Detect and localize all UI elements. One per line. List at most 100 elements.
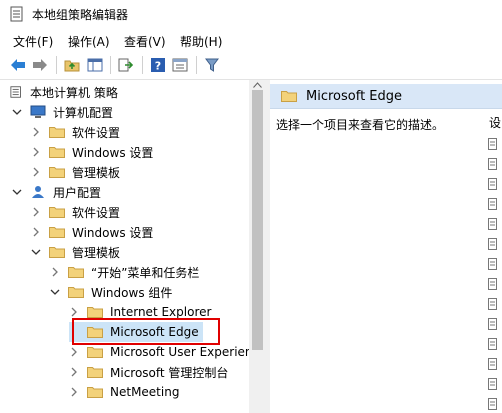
folder-icon <box>87 367 103 378</box>
chevron-down-icon[interactable] <box>31 247 41 257</box>
tree-item-start-menu[interactable]: “开始”菜单和任务栏 <box>50 262 199 282</box>
chevron-right-icon[interactable] <box>69 367 79 377</box>
setting-icon[interactable] <box>488 258 497 270</box>
help-icon[interactable]: ? <box>148 55 168 75</box>
folder-icon <box>49 207 65 218</box>
tree-item-cc-windows-settings[interactable]: Windows 设置 <box>31 142 153 162</box>
menu-help[interactable]: 帮助(H) <box>180 33 222 50</box>
toolbar-separator <box>142 56 143 74</box>
folder-icon <box>281 91 297 102</box>
setting-icon[interactable] <box>488 298 497 310</box>
setting-icon[interactable] <box>488 198 497 210</box>
chevron-right-icon[interactable] <box>69 387 79 397</box>
menu-file[interactable]: 文件(F) <box>13 33 53 50</box>
details-title: Microsoft Edge <box>306 88 403 104</box>
settings-column-header[interactable]: 设 <box>489 114 501 131</box>
chevron-right-icon[interactable] <box>31 147 41 157</box>
tree-item-uc-software-settings[interactable]: 软件设置 <box>31 202 120 222</box>
tree-item-uc-windows-settings[interactable]: Windows 设置 <box>31 222 153 242</box>
tree-label: Microsoft 管理控制台 <box>110 365 229 380</box>
tree-item-mmc[interactable]: Microsoft 管理控制台 <box>69 362 228 382</box>
scroll-thumb[interactable] <box>252 90 263 350</box>
toolbar-separator <box>56 56 57 74</box>
tree-item-windows-components[interactable]: Windows 组件 <box>50 282 172 302</box>
chevron-right-icon[interactable] <box>69 347 79 357</box>
app-icon <box>10 6 23 22</box>
tree-item-uc-admin-templates[interactable]: 管理模板 <box>31 242 120 262</box>
user-icon <box>32 186 44 198</box>
tree-label: 计算机配置 <box>53 105 114 120</box>
details-header: Microsoft Edge <box>270 84 502 109</box>
filter-icon[interactable] <box>202 55 222 75</box>
chevron-down-icon[interactable] <box>12 107 22 117</box>
setting-icon[interactable] <box>488 158 497 170</box>
chevron-right-icon[interactable] <box>50 267 60 277</box>
highlight-box <box>72 318 220 345</box>
properties-icon[interactable] <box>170 55 190 75</box>
tree-item-cc-admin-templates[interactable]: 管理模板 <box>31 162 120 182</box>
window-title: 本地组策略编辑器 <box>32 8 129 22</box>
folder-icon <box>49 127 65 138</box>
tree-label: 管理模板 <box>72 165 121 180</box>
tree-item-computer-config[interactable]: 计算机配置 <box>12 102 113 122</box>
details-pane: Microsoft Edge 选择一个项目来查看它的描述。 设 <box>270 80 502 413</box>
folder-open-icon <box>68 287 84 298</box>
setting-icon[interactable] <box>488 278 497 290</box>
tree-label: “开始”菜单和任务栏 <box>91 265 200 280</box>
tree-label: 软件设置 <box>72 205 121 220</box>
folder-icon <box>49 227 65 238</box>
tree-label: Internet Explorer <box>110 305 212 319</box>
show-hide-tree-icon[interactable] <box>85 55 105 75</box>
setting-icon[interactable] <box>488 218 497 230</box>
menu-bar: 文件(F) 操作(A) 查看(V) 帮助(H) <box>0 30 502 52</box>
chevron-right-icon[interactable] <box>69 307 79 317</box>
forward-icon[interactable] <box>30 55 50 75</box>
tree-pane: 本地计算机 策略 计算机配置 软件设置 Windows 设置 管理模板 用户配置… <box>0 80 266 413</box>
chevron-right-icon[interactable] <box>31 167 41 177</box>
tree-label: NetMeeting <box>110 385 180 399</box>
tree-item-netmeeting[interactable]: NetMeeting <box>69 382 179 402</box>
tree-item-user-config[interactable]: 用户配置 <box>12 182 101 202</box>
chevron-right-icon[interactable] <box>31 127 41 137</box>
toolbar-separator <box>110 56 111 74</box>
setting-icon[interactable] <box>488 338 497 350</box>
back-icon[interactable] <box>8 55 28 75</box>
chevron-down-icon[interactable] <box>12 187 22 197</box>
tree-item-user-experience[interactable]: Microsoft User Experien <box>69 342 253 362</box>
setting-icon[interactable] <box>488 178 497 190</box>
folder-icon <box>49 147 65 158</box>
folder-icon <box>87 347 103 358</box>
scroll-up-icon[interactable] <box>253 82 262 88</box>
export-list-icon[interactable] <box>116 55 136 75</box>
chevron-down-icon[interactable] <box>50 287 60 297</box>
description-text: 选择一个项目来查看它的描述。 <box>276 118 445 132</box>
svg-text:?: ? <box>155 60 161 73</box>
tree-label: 管理模板 <box>72 245 121 260</box>
up-folder-icon[interactable] <box>62 55 82 75</box>
menu-view[interactable]: 查看(V) <box>124 33 166 50</box>
setting-icon[interactable] <box>488 238 497 250</box>
tree-scrollbar[interactable] <box>249 80 266 413</box>
setting-icon[interactable] <box>488 378 497 390</box>
setting-icon[interactable] <box>488 138 497 150</box>
setting-icon[interactable] <box>488 358 497 370</box>
tree-label: Windows 设置 <box>72 145 154 160</box>
tree-label: Windows 组件 <box>91 285 173 300</box>
tree-label: Microsoft User Experien <box>110 345 253 359</box>
title-bar: 本地组策略编辑器 <box>0 0 502 28</box>
computer-icon <box>30 105 46 118</box>
folder-icon <box>49 167 65 178</box>
toolbar-separator <box>196 56 197 74</box>
tree-label: 用户配置 <box>53 185 102 200</box>
setting-icon[interactable] <box>488 318 497 330</box>
setting-icon[interactable] <box>488 398 497 410</box>
folder-icon <box>87 307 103 318</box>
menu-action[interactable]: 操作(A) <box>68 33 110 50</box>
tree-item-root[interactable]: 本地计算机 策略 <box>10 82 118 102</box>
chevron-right-icon[interactable] <box>31 227 41 237</box>
tree-item-cc-software-settings[interactable]: 软件设置 <box>31 122 120 142</box>
chevron-right-icon[interactable] <box>31 207 41 217</box>
toolbar: ? <box>0 53 502 77</box>
tree-label: 软件设置 <box>72 125 121 140</box>
folder-icon <box>49 247 65 258</box>
